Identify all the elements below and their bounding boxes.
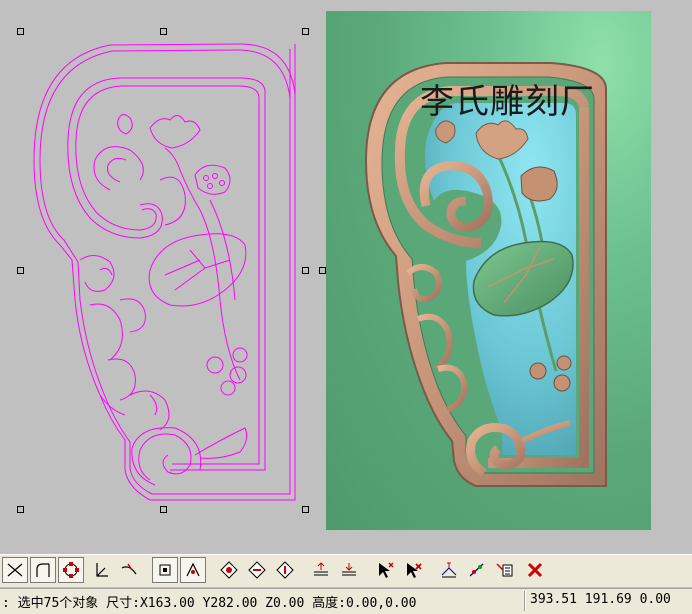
status-bar: : 选中75个对象 尺寸:X163.00 Y282.00 Z0.00 高度:0.… xyxy=(0,588,692,614)
transform-3-icon xyxy=(496,563,513,577)
transform-3-button[interactable] xyxy=(492,557,518,583)
transform-2-icon xyxy=(469,563,484,577)
transform-1-button[interactable] xyxy=(436,557,462,583)
split-curve-icon xyxy=(121,563,137,575)
diamond-tool-1-icon xyxy=(220,561,238,579)
delete-icon xyxy=(527,562,543,578)
snap-node-icon xyxy=(186,562,200,577)
vector-outline-drawing[interactable] xyxy=(0,0,326,548)
node-edit-icon xyxy=(63,562,79,578)
fillet-tool-icon xyxy=(36,563,50,577)
delete-button[interactable] xyxy=(522,557,548,583)
watermark-text: 李氏雕刻厂 xyxy=(420,82,595,122)
layer-down-button[interactable] xyxy=(336,557,362,583)
cursor-coordinates: 393.51 191.69 0.00 xyxy=(530,592,671,607)
diamond-tool-2-icon xyxy=(248,561,266,579)
diamond-tool-2-button[interactable] xyxy=(244,557,270,583)
select-remove-icon xyxy=(407,563,422,578)
trim-tool-button[interactable] xyxy=(2,557,28,583)
diamond-tool-3-button[interactable] xyxy=(272,557,298,583)
layer-up-button[interactable] xyxy=(308,557,334,583)
snap-grid-button[interactable] xyxy=(152,557,178,583)
select-remove-button[interactable] xyxy=(400,557,426,583)
extend-tool-icon xyxy=(96,563,108,577)
diamond-tool-3-icon xyxy=(276,561,294,579)
node-edit-button[interactable] xyxy=(58,557,84,583)
diamond-tool-1-button[interactable] xyxy=(216,557,242,583)
bottom-toolbar xyxy=(0,554,692,587)
extend-tool-button[interactable] xyxy=(88,557,114,583)
selection-status-text: : 选中75个对象 尺寸:X163.00 Y282.00 Z0.00 高度:0.… xyxy=(2,596,417,611)
relief-preview-panel[interactable]: 李氏雕刻厂 xyxy=(326,11,651,530)
split-curve-button[interactable] xyxy=(116,557,142,583)
transform-1-icon xyxy=(441,562,457,578)
select-add-button[interactable] xyxy=(372,557,398,583)
snap-grid-icon xyxy=(159,564,171,576)
fillet-tool-button[interactable] xyxy=(30,557,56,583)
design-canvas[interactable]: 李氏雕刻厂 xyxy=(0,0,692,548)
select-add-icon xyxy=(379,562,394,578)
trim-tool-icon xyxy=(7,563,23,577)
transform-2-button[interactable] xyxy=(464,557,490,583)
layer-up-icon xyxy=(314,562,328,576)
status-separator xyxy=(524,591,526,611)
layer-down-icon xyxy=(342,563,356,576)
snap-node-button[interactable] xyxy=(180,557,206,583)
